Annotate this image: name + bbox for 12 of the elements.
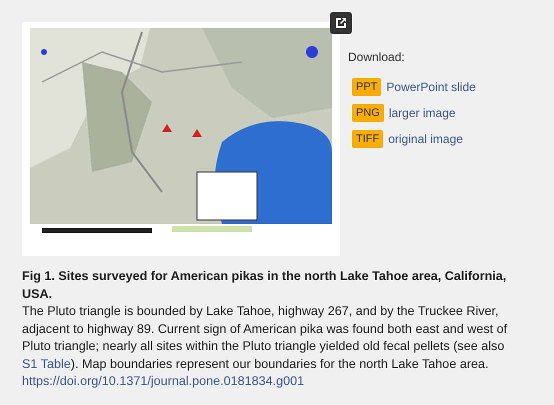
format-badge: TIFF bbox=[352, 130, 384, 148]
caption-title: Fig 1. Sites surveyed for American pikas in the north Lake Tahoe area, California, USA. bbox=[22, 268, 508, 302]
expand-icon[interactable] bbox=[330, 12, 352, 34]
download-link[interactable]: original image bbox=[388, 132, 463, 146]
download-link[interactable]: PowerPoint slide bbox=[386, 80, 476, 94]
format-badge: PPT bbox=[352, 78, 382, 96]
download-label: Download: bbox=[348, 50, 406, 64]
doi-link[interactable]: https://doi.org/10.1371/journal.pone.0181834.g001 bbox=[22, 373, 304, 390]
format-badge: PNG bbox=[352, 104, 384, 122]
download-link[interactable]: larger image bbox=[388, 106, 456, 120]
table-link[interactable]: S1 Table bbox=[22, 356, 71, 370]
caption-text: The Pluto triangle is bounded by Lake Tahoe, highway 267, and by the Truckee River, adjacent to highway 89. Current sign of American pika was found both east and west of Pluto triangle; nearly all sites within the Pluto triangle yielded old fecal pellets (see also S1 Table). Map boundaries represent our boundaries for the north Lake Tahoe area. bbox=[22, 303, 508, 373]
